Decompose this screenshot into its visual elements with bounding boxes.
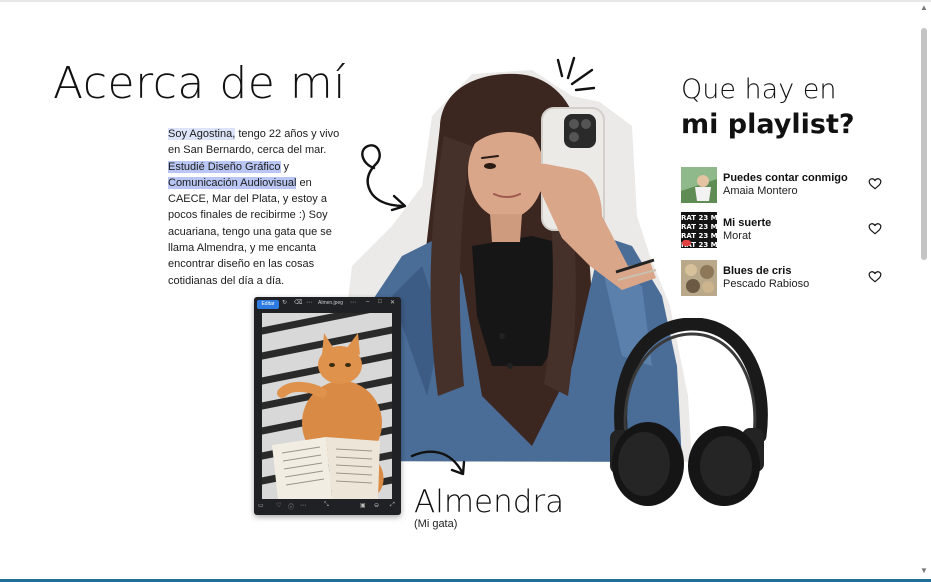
- delete-icon[interactable]: ⌫: [294, 299, 302, 306]
- bio-segment: y: [280, 160, 290, 173]
- zoom-icon[interactable]: ⊖: [374, 502, 379, 509]
- minimize-icon[interactable]: –: [366, 299, 369, 305]
- playlist-song[interactable]: Blues de cris Pescado Rabioso: [681, 260, 886, 296]
- info-icon[interactable]: ⓘ: [288, 502, 294, 511]
- about-title: Acerca de mí: [53, 58, 346, 109]
- playlist-title-line1: Que hay en: [681, 74, 837, 105]
- bio-name-highlight: Soy Agostina,: [168, 128, 236, 140]
- bio-text: Soy Agostina, tengo 22 años y vivo en Sa…: [168, 126, 344, 289]
- heart-icon[interactable]: [868, 270, 882, 284]
- fit-icon[interactable]: ⤡: [324, 502, 329, 509]
- more-options-icon[interactable]: ⋯: [300, 502, 306, 509]
- cat-caption: (Mi gata): [414, 518, 458, 530]
- favorite-icon[interactable]: ♡: [276, 502, 281, 509]
- playlist-song[interactable]: RAT 23 M RAT 23 M RAT 23 M RAT 23 M Mi s…: [681, 212, 886, 248]
- scroll-down-arrow-icon[interactable]: ▼: [919, 566, 929, 576]
- album-cover: [681, 260, 717, 296]
- album-cover: [681, 167, 717, 203]
- song-artist: Amaia Montero: [723, 185, 798, 197]
- bio-highlight-design: Estudié Diseño Gráfico: [168, 160, 281, 173]
- bio-highlight-media: Comunicación Audiovisual: [168, 176, 297, 189]
- playlist-song[interactable]: Puedes contar conmigo Amaia Montero: [681, 167, 886, 203]
- cat-photo: [262, 313, 392, 499]
- window-title-bar: Editar ↻ ⌫ ⋯ Almen.jpeg ⋯ – □ ✕: [254, 297, 401, 311]
- svg-text:RAT 23 M: RAT 23 M: [681, 232, 717, 240]
- heart-icon[interactable]: [868, 222, 882, 236]
- maximize-icon[interactable]: □: [378, 299, 382, 305]
- rotate-icon[interactable]: ↻: [282, 299, 287, 306]
- scroll-up-arrow-icon[interactable]: ▲: [919, 3, 929, 13]
- svg-text:RAT 23 M: RAT 23 M: [681, 223, 717, 231]
- scrollbar-thumb[interactable]: [921, 28, 927, 260]
- bio-segment: en CAECE, Mar del Plata, y estoy a pocos…: [168, 176, 332, 287]
- headphones-image: [610, 318, 768, 506]
- file-name: Almen.jpeg: [318, 300, 344, 306]
- album-cover: RAT 23 M RAT 23 M RAT 23 M RAT 23 M: [681, 212, 717, 248]
- fullscreen-icon[interactable]: ⤢: [390, 502, 395, 509]
- edit-button[interactable]: Editar: [257, 300, 279, 309]
- song-artist: Morat: [723, 230, 752, 242]
- svg-text:RAT 23 M: RAT 23 M: [681, 214, 717, 222]
- photo-viewer-window[interactable]: Editar ↻ ⌫ ⋯ Almen.jpeg ⋯ – □ ✕ ▭ ♡ ⓘ ⋯ …: [254, 297, 401, 515]
- song-title: Puedes contar conmigo: [723, 172, 848, 184]
- more-options-icon[interactable]: ⋯: [306, 299, 312, 306]
- playlist-title-line2: mi playlist?: [681, 109, 855, 140]
- gallery-icon[interactable]: ▭: [258, 502, 264, 509]
- more-icon[interactable]: ⋯: [350, 299, 356, 306]
- heart-icon[interactable]: [868, 177, 882, 191]
- song-artist: Pescado Rabioso: [723, 278, 810, 290]
- close-icon[interactable]: ✕: [390, 299, 395, 306]
- song-title: Blues de cris: [723, 265, 792, 277]
- window-footer-toolbar: ▭ ♡ ⓘ ⋯ ⤡ ▣ ⊖ ⤢: [254, 501, 401, 513]
- top-border: [0, 0, 931, 2]
- cat-name: Almendra: [414, 484, 565, 520]
- arrow-doodle-icon: [410, 450, 466, 476]
- slideshow-icon[interactable]: ▣: [360, 502, 366, 509]
- song-title: Mi suerte: [723, 217, 772, 229]
